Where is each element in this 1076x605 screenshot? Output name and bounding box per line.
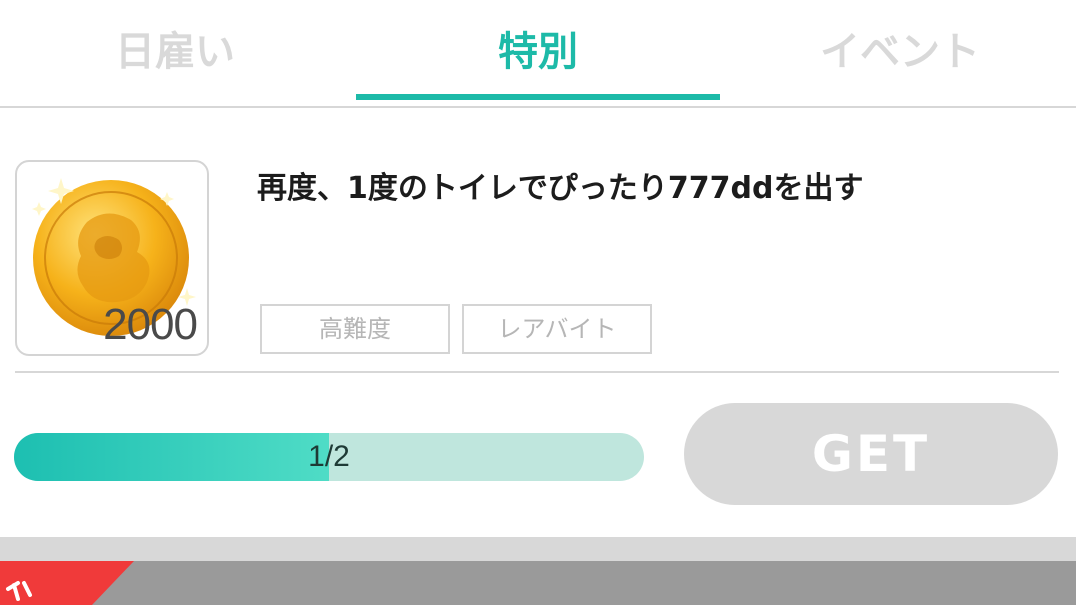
tag-rare-job: レアバイト (462, 304, 652, 354)
tab-divider (0, 106, 1076, 108)
get-button[interactable]: GET (684, 403, 1058, 505)
content-divider (15, 371, 1059, 373)
active-tab-indicator (356, 94, 720, 100)
tag-high-difficulty: 高難度 (260, 304, 450, 354)
reward-card: 2000 (15, 160, 209, 356)
corner-ribbon (0, 561, 134, 605)
footer-strip (0, 537, 1076, 561)
tab-daily[interactable]: 日雇い (60, 22, 290, 82)
reward-amount: 2000 (103, 300, 198, 349)
tab-bar: 日雇い 特別 イベント (0, 0, 1076, 108)
footer-bar (0, 561, 1076, 605)
mission-title: 再度、1度のトイレでぴったり777ddを出す (257, 171, 864, 206)
progress-label: 1/2 (308, 440, 350, 473)
tab-event[interactable]: イベント (770, 22, 1030, 82)
tab-special[interactable]: 特別 (356, 22, 720, 82)
progress-bar: 1/2 (14, 433, 644, 481)
